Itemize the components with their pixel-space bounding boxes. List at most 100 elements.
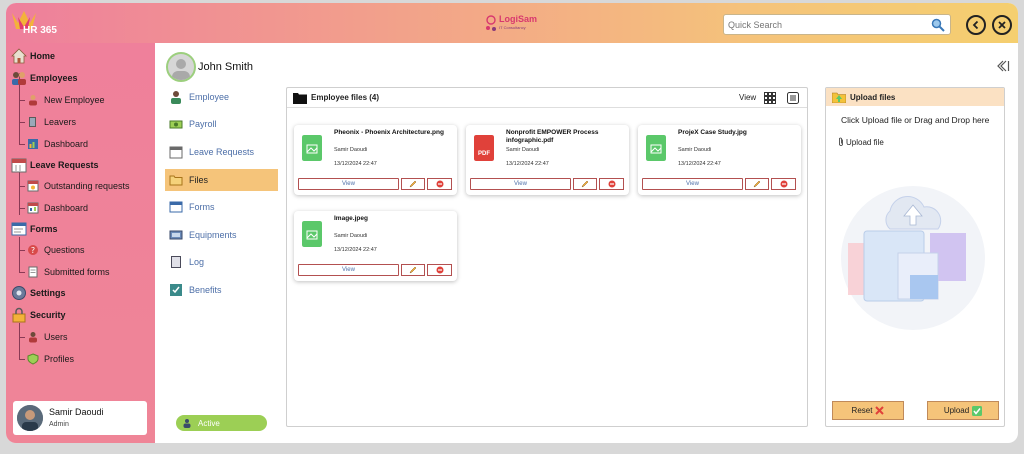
file-card[interactable]: PDF Nonprofit EMPOWER Process infographi… xyxy=(466,125,629,195)
search-icon[interactable] xyxy=(931,18,945,32)
tree-line xyxy=(19,323,20,359)
sidebar-item-outstanding-requests[interactable]: Outstanding requests xyxy=(27,177,130,195)
delete-file-button[interactable] xyxy=(427,178,452,190)
tab-label: Log xyxy=(189,257,205,267)
tab-employee[interactable]: Employee xyxy=(165,86,278,108)
calendar-icon xyxy=(169,146,183,159)
file-card[interactable]: Image.jpeg Samir Daoudi 13/12/2024 22:47… xyxy=(294,211,457,281)
edit-file-button[interactable] xyxy=(401,178,425,190)
sidebar-item-users[interactable]: Users xyxy=(27,328,68,346)
status-label: Active xyxy=(198,418,220,428)
sidebar-item-settings[interactable]: Settings xyxy=(11,284,66,302)
tab-files[interactable]: Files xyxy=(165,169,278,191)
upload-button[interactable]: Upload xyxy=(927,401,999,420)
sidebar-item-new-employee[interactable]: New Employee xyxy=(27,91,105,109)
tab-forms[interactable]: Forms xyxy=(165,196,278,218)
sidebar-item-leavers[interactable]: Leavers xyxy=(27,113,76,131)
pencil-icon xyxy=(409,266,417,274)
tab-benefits[interactable]: Benefits xyxy=(165,279,278,301)
reset-button[interactable]: Reset xyxy=(832,401,904,420)
calendar-icon xyxy=(11,158,27,173)
view-file-button[interactable]: View xyxy=(642,178,743,190)
svg-text:?: ? xyxy=(31,246,35,255)
delete-file-button[interactable] xyxy=(771,178,796,190)
view-file-button[interactable]: View xyxy=(470,178,571,190)
sidebar-item-home[interactable]: Home xyxy=(11,47,55,65)
delete-file-button[interactable] xyxy=(599,178,624,190)
home-icon xyxy=(11,48,27,64)
tab-payroll[interactable]: Payroll xyxy=(165,113,278,135)
back-button[interactable] xyxy=(966,15,986,35)
upload-file-link[interactable]: Upload file xyxy=(838,137,884,147)
employee-header: John Smith xyxy=(166,52,253,82)
sidebar-item-label: Leave Requests xyxy=(30,160,99,170)
delete-file-button[interactable] xyxy=(427,264,452,276)
tab-label: Files xyxy=(189,175,209,185)
file-name: Nonprofit EMPOWER Process infographic.pd… xyxy=(506,129,599,144)
search-input[interactable] xyxy=(728,17,928,32)
file-owner: Samir Daoudi xyxy=(334,233,368,239)
file-name: Image.jpeg xyxy=(334,215,368,222)
equipment-icon xyxy=(169,230,183,240)
sidebar-item-leave-requests[interactable]: Leave Requests xyxy=(11,156,99,174)
collapse-panel-icon[interactable] xyxy=(996,59,1010,73)
sidebar-item-dashboard-leave[interactable]: Dashboard xyxy=(27,199,88,217)
folder-icon xyxy=(169,175,183,186)
tab-label: Payroll xyxy=(189,119,217,129)
list-view-icon[interactable] xyxy=(787,92,799,104)
tab-equipments[interactable]: Equipments xyxy=(165,224,278,246)
tree-connector xyxy=(19,359,25,360)
sidebar-item-questions[interactable]: ? Questions xyxy=(27,241,85,259)
sidebar-item-security[interactable]: Security xyxy=(11,306,66,324)
file-date: 13/12/2024 22:47 xyxy=(678,161,721,167)
edit-file-button[interactable] xyxy=(745,178,769,190)
sidebar-item-profiles[interactable]: Profiles xyxy=(27,350,74,368)
upload-folder-icon xyxy=(832,92,846,103)
sidebar-item-employees[interactable]: Employees xyxy=(11,69,78,87)
sidebar-item-dashboard-employees[interactable]: Dashboard xyxy=(27,135,88,153)
form-window-icon xyxy=(169,201,183,213)
files-panel-title: Employee files (4) xyxy=(311,93,380,102)
sidebar-item-submitted-forms[interactable]: Submitted forms xyxy=(27,263,110,281)
tree-line xyxy=(19,237,20,273)
brand-tagline: IT Consultancy xyxy=(499,25,526,30)
edit-file-button[interactable] xyxy=(573,178,597,190)
calendar-dashboard-icon xyxy=(27,202,39,214)
sidebar-item-label: Settings xyxy=(30,288,66,298)
brand-icon xyxy=(486,15,496,31)
brand-name: LogiSam xyxy=(499,14,538,24)
image-file-icon xyxy=(302,135,322,161)
sidebar-item-forms[interactable]: Forms xyxy=(11,220,58,238)
current-user-card[interactable]: Samir Daoudi Admin xyxy=(13,401,147,435)
close-button[interactable] xyxy=(992,15,1012,35)
tree-connector xyxy=(19,122,25,123)
sidebar-item-label: Employees xyxy=(30,73,78,83)
file-owner: Samir Daoudi xyxy=(678,147,712,153)
tree-connector xyxy=(19,208,25,209)
delete-icon xyxy=(780,180,787,188)
file-date: 13/12/2024 22:47 xyxy=(334,247,377,253)
app-window: HR 365 LogiSam IT Consultancy Quick Sear… xyxy=(6,3,1018,443)
tab-leave-requests[interactable]: Leave Requests xyxy=(165,141,278,163)
tree-connector xyxy=(19,250,25,251)
tab-log[interactable]: Log xyxy=(165,251,278,273)
benefits-icon xyxy=(170,284,182,296)
current-user-name: Samir Daoudi xyxy=(49,407,104,417)
pencil-icon xyxy=(753,180,761,188)
view-file-button[interactable]: View xyxy=(298,178,399,190)
brand-logo: LogiSam IT Consultancy xyxy=(484,12,544,36)
edit-file-button[interactable] xyxy=(401,264,425,276)
app-title: HR 365 xyxy=(23,25,57,36)
employee-files-panel: Employee files (4) View Pheonix - Phoeni… xyxy=(286,87,808,427)
file-name: Pheonix - Phoenix Architecture.png xyxy=(334,129,444,136)
view-file-button[interactable]: View xyxy=(298,264,399,276)
tab-label: Benefits xyxy=(189,285,222,295)
delete-icon xyxy=(608,180,615,188)
image-file-icon xyxy=(302,221,322,247)
sidebar-item-label: Questions xyxy=(44,245,85,255)
sidebar-item-label: Leavers xyxy=(44,117,77,127)
file-card[interactable]: ProjeX Case Study.jpg Samir Daoudi 13/12… xyxy=(638,125,801,195)
avatar xyxy=(17,405,43,431)
file-card[interactable]: Pheonix - Phoenix Architecture.png Samir… xyxy=(294,125,457,195)
grid-view-icon[interactable] xyxy=(764,92,776,104)
